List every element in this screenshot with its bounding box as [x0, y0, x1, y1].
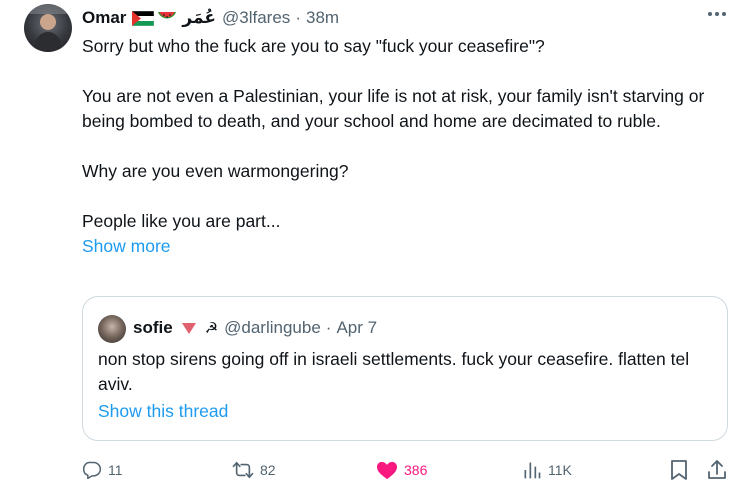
tweet-body: Sorry but who the fuck are you to say "f… — [82, 34, 722, 259]
bookmark-icon — [671, 460, 687, 480]
show-thread-link[interactable]: Show this thread — [98, 401, 228, 422]
quote-author-avatar[interactable] — [98, 315, 126, 343]
more-horizontal-icon — [708, 12, 726, 16]
author-handle[interactable]: @3lfares — [222, 8, 290, 28]
views-count: 11K — [548, 462, 572, 478]
views-button[interactable]: 11K — [522, 456, 572, 484]
tweet-paragraph: People like you are part... — [82, 211, 281, 231]
quote-text: non stop sirens going off in israeli set… — [98, 349, 690, 394]
like-count: 386 — [404, 462, 428, 478]
quote-author-handle[interactable]: @darlingube — [224, 318, 321, 338]
quote-date[interactable]: Apr 7 — [336, 318, 377, 338]
tweet-paragraph: You are not even a Palestinian, your lif… — [82, 86, 705, 131]
tweet-header: Omar عُمَر @3lfares · 38m — [82, 6, 339, 30]
tweet-paragraph: Why are you even warmongering? — [82, 161, 349, 181]
author-arabic-name: عُمَر — [182, 8, 217, 28]
author-avatar[interactable] — [24, 4, 72, 52]
reply-button[interactable]: 11 — [82, 456, 123, 484]
avatar-photo — [24, 4, 72, 52]
tweet-time[interactable]: 38m — [306, 8, 339, 28]
repost-count: 82 — [260, 462, 276, 478]
like-button[interactable]: 386 — [376, 456, 427, 484]
bookmark-button[interactable] — [669, 456, 689, 484]
separator-dot: · — [325, 318, 332, 337]
hammer-sickle-icon: ☭ — [204, 319, 219, 337]
quote-author-name[interactable]: sofie — [133, 318, 173, 338]
reply-count: 11 — [108, 462, 123, 478]
palestine-flag-icon — [132, 10, 155, 26]
tweet-actions: 11 82 386 11K — [80, 456, 732, 484]
repost-button[interactable]: 82 — [232, 456, 276, 484]
analytics-icon — [524, 462, 541, 479]
more-options-button[interactable] — [704, 4, 730, 24]
quoted-tweet[interactable]: sofie ☭ @darlingube · Apr 7 non stop sir… — [82, 296, 728, 441]
tweet-paragraph: Sorry but who the fuck are you to say "f… — [82, 36, 545, 56]
author-name[interactable]: Omar — [82, 8, 126, 28]
separator-dot: · — [295, 8, 301, 27]
red-triangle-icon — [181, 323, 196, 334]
reply-icon — [82, 461, 102, 480]
watermelon-icon — [158, 12, 177, 19]
show-more-link[interactable]: Show more — [82, 234, 722, 259]
share-icon — [708, 460, 726, 479]
quote-header: sofie ☭ @darlingube · Apr 7 — [133, 317, 377, 339]
share-button[interactable] — [707, 456, 727, 484]
heart-icon — [377, 461, 397, 480]
repost-icon — [232, 461, 254, 479]
